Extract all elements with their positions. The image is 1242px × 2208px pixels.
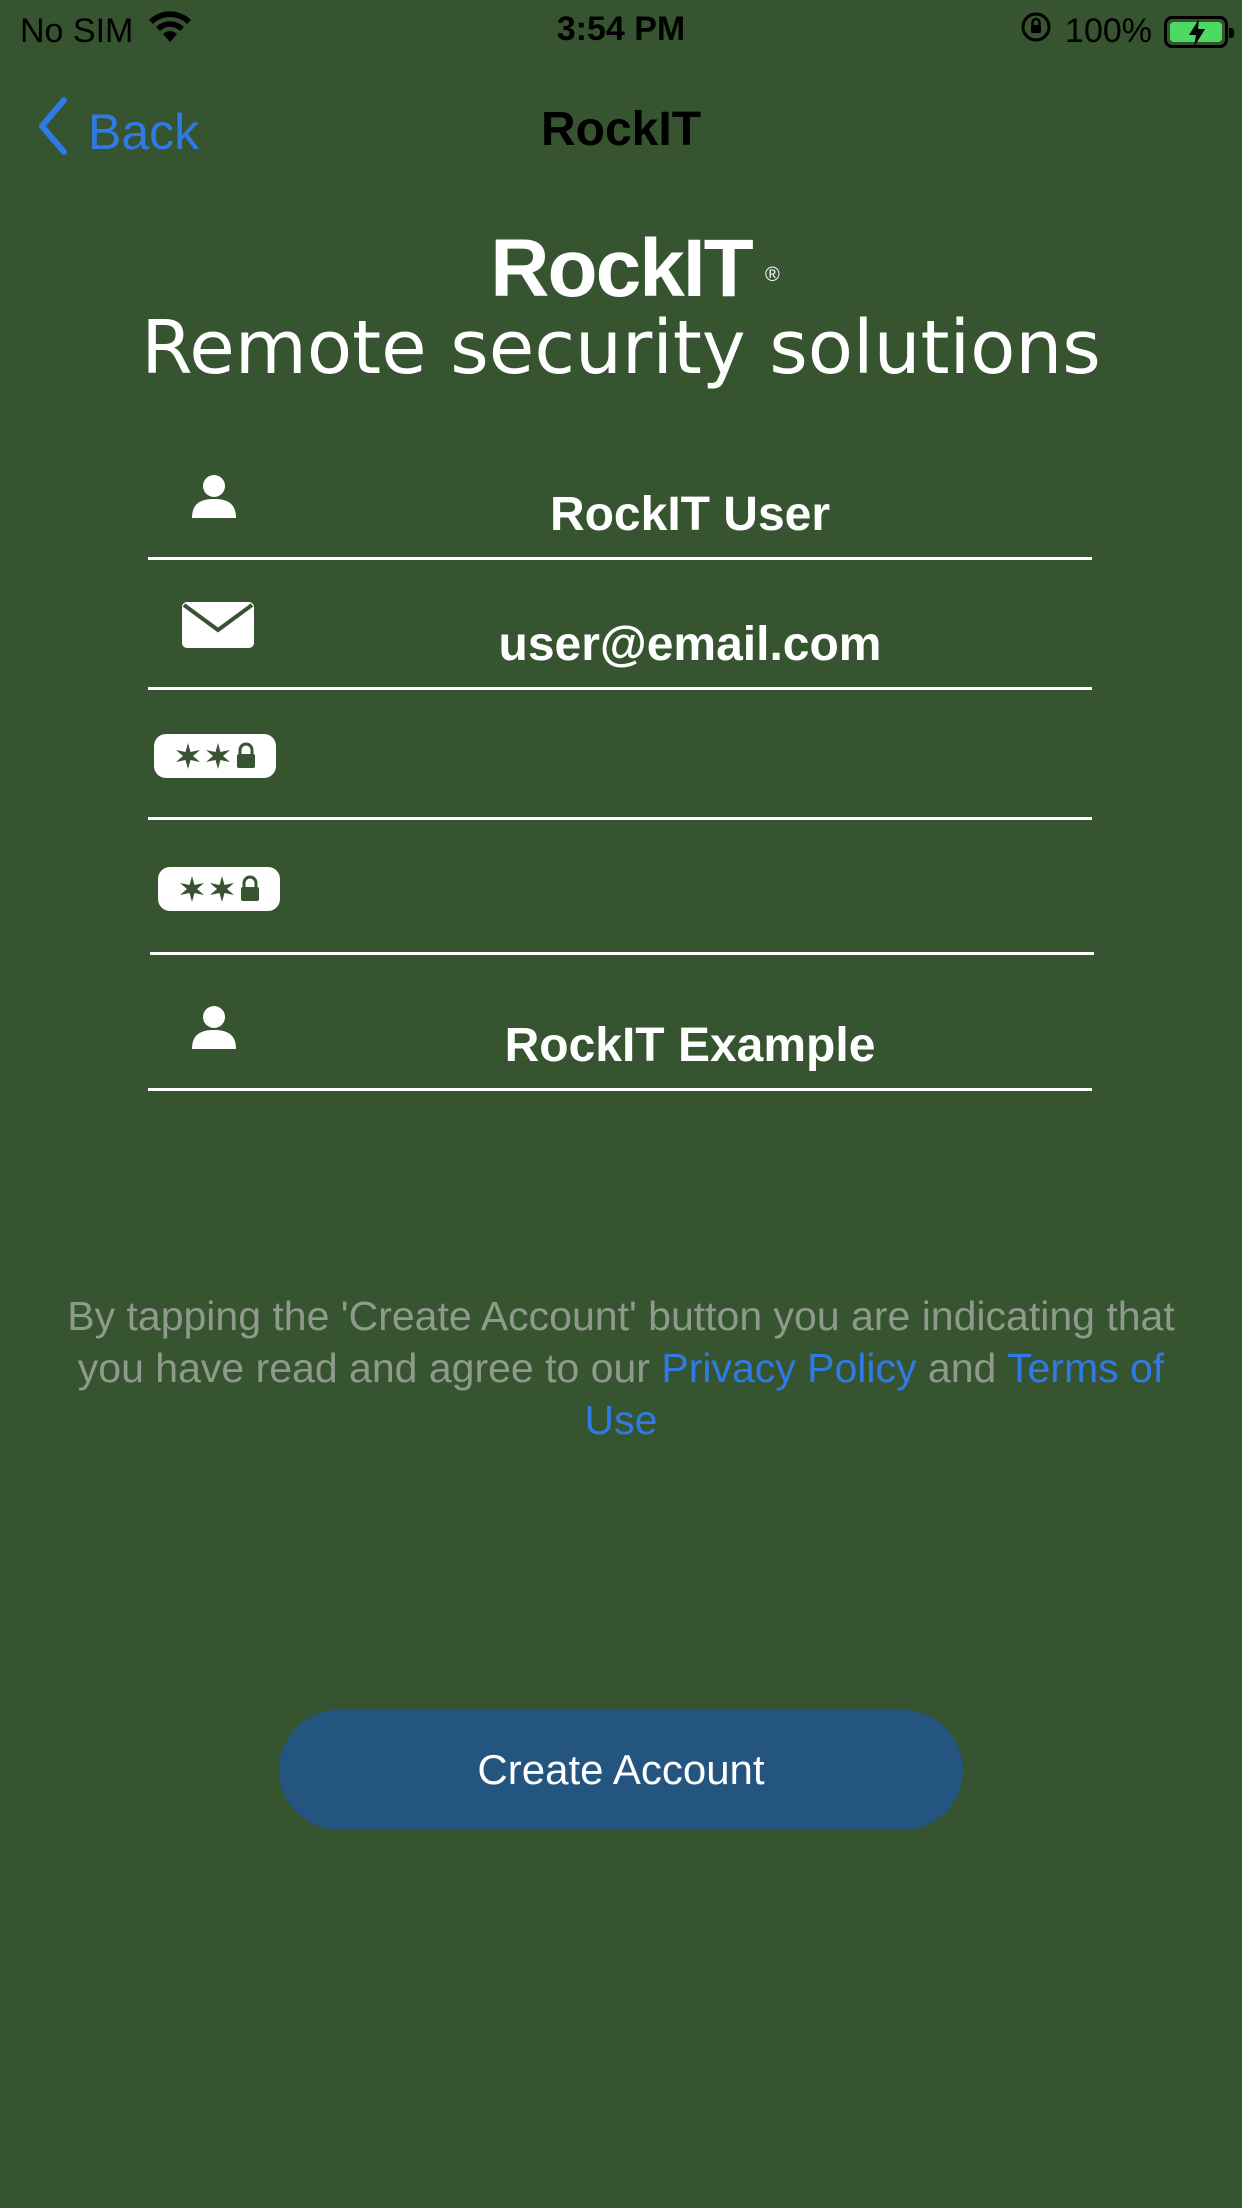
charging-bolt-icon [1189,18,1205,47]
battery-cap [1229,27,1234,38]
logo-wordmark-text: RockIT [490,223,753,314]
create-account-button[interactable]: Create Account [279,1710,963,1830]
person-icon [190,472,238,520]
orientation-lock-icon [1019,10,1053,53]
envelope-icon [182,602,254,648]
company-field[interactable] [148,961,1092,1091]
confirm-password-field[interactable] [150,825,1094,955]
privacy-policy-link[interactable]: Privacy Policy [661,1345,916,1391]
battery-percent: 100% [1065,12,1152,50]
password-field[interactable] [148,690,1092,820]
email-input[interactable] [288,616,1092,673]
password-icon [154,734,276,778]
password-input[interactable] [288,746,1092,803]
navigation-bar: Back RockIT [0,88,1242,168]
rockit-logo: RockIT ® Remote security solutions [0,228,1242,391]
create-account-screen: No SIM 3:54 PM 100% Back RockIT RockIT ®… [0,0,1242,2208]
password-icon [158,867,280,911]
person-icon [190,1003,238,1051]
status-right: 100% [1019,10,1234,53]
logo-wordmark: RockIT ® [490,228,779,310]
status-bar: No SIM 3:54 PM 100% [0,0,1242,62]
battery-icon [1164,15,1234,48]
logo-tagline: Remote security solutions [141,305,1101,391]
email-field[interactable] [148,560,1092,690]
name-field[interactable] [148,430,1092,560]
company-input[interactable] [288,1017,1092,1074]
nav-title: RockIT [540,103,702,156]
legal-connector: and [927,1345,997,1391]
confirm-password-input[interactable] [290,881,1094,938]
name-input[interactable] [288,486,1092,543]
registered-mark: ® [764,264,780,286]
legal-notice: By tapping the 'Create Account' button y… [60,1290,1182,1446]
